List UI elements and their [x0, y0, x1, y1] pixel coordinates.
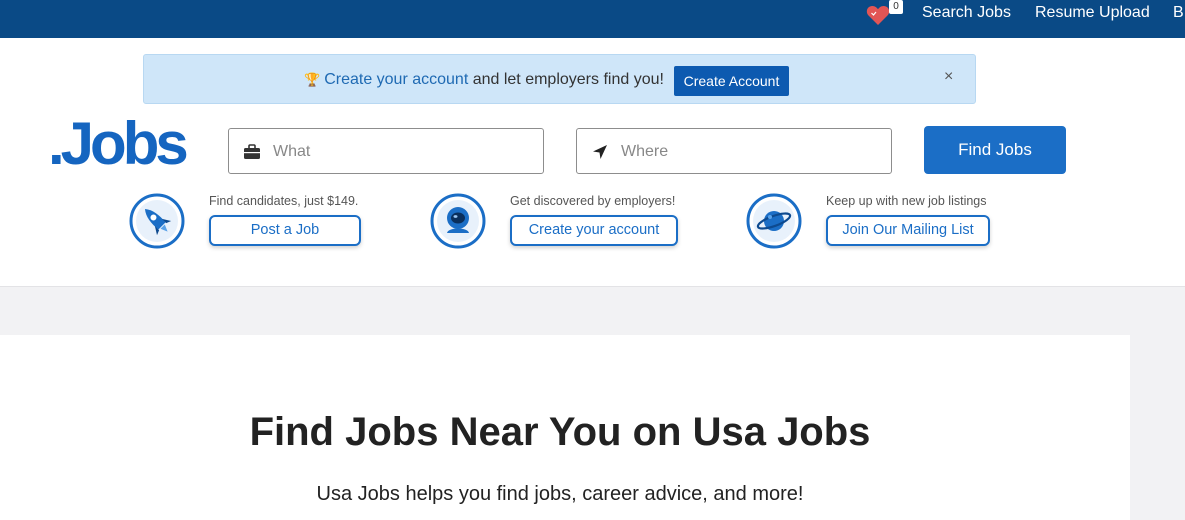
rocket-icon: [129, 193, 185, 249]
join-mailing-list-button[interactable]: Join Our Mailing List: [826, 215, 990, 246]
close-icon[interactable]: ×: [944, 68, 953, 86]
planet-icon: [746, 193, 802, 249]
what-field[interactable]: [228, 128, 544, 174]
create-account-banner: 🏆 Create your account and let employers f…: [143, 54, 976, 104]
where-input[interactable]: [621, 139, 881, 165]
banner-message-text: and let employers find you!: [468, 71, 664, 88]
promo-caption-create-account: Get discovered by employers!: [510, 194, 676, 208]
create-account-button[interactable]: Create Account: [674, 66, 789, 96]
trophy-icon: 🏆: [304, 72, 321, 87]
where-field[interactable]: [576, 128, 892, 174]
find-jobs-button[interactable]: Find Jobs: [924, 126, 1066, 174]
heart-icon: [866, 5, 890, 26]
what-input[interactable]: [273, 139, 533, 165]
banner-create-account-link[interactable]: Create your account: [324, 71, 468, 88]
top-navigation-bar: 0 Search Jobs Resume Upload B: [0, 0, 1185, 38]
banner-message: 🏆 Create your account and let employers f…: [304, 71, 664, 89]
main-content-card: Find Jobs Near You on Usa Jobs Usa Jobs …: [0, 335, 1130, 520]
favorites-button[interactable]: 0: [866, 0, 906, 32]
location-arrow-icon: [593, 145, 607, 159]
briefcase-icon: [244, 144, 260, 159]
site-logo[interactable]: .Jobs: [48, 114, 189, 174]
create-your-account-button[interactable]: Create your account: [510, 215, 678, 246]
page-title: Find Jobs Near You on Usa Jobs: [249, 410, 871, 454]
post-a-job-button[interactable]: Post a Job: [209, 215, 361, 246]
astronaut-icon: [430, 193, 486, 249]
promo-caption-mailing-list: Keep up with new job listings: [826, 194, 987, 208]
promo-caption-post-job: Find candidates, just $149.: [209, 194, 359, 208]
favorites-count-badge: 0: [889, 0, 903, 14]
nav-link-resume-upload[interactable]: Resume Upload: [1035, 0, 1150, 26]
nav-link-truncated[interactable]: B: [1173, 0, 1184, 26]
page-header: 🏆 Create your account and let employers f…: [0, 38, 1185, 287]
nav-link-search-jobs[interactable]: Search Jobs: [922, 0, 1011, 26]
page-subtitle: Usa Jobs helps you find jobs, career adv…: [316, 483, 804, 505]
